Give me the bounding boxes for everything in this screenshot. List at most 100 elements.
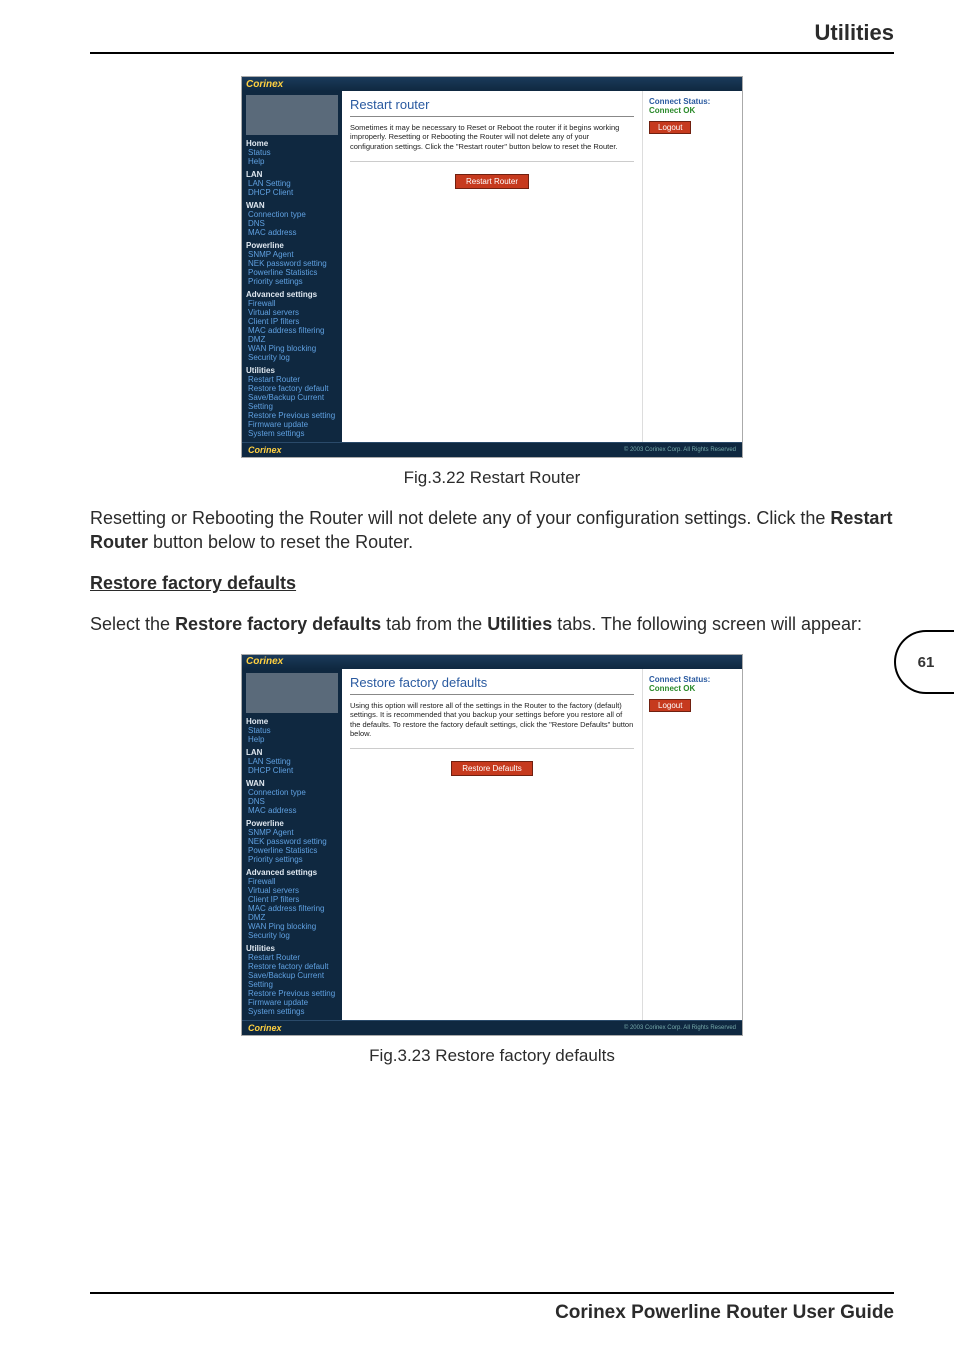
- paragraph-restore-defaults: Select the Restore factory defaults tab …: [90, 612, 894, 636]
- nav-home[interactable]: Home: [246, 139, 338, 148]
- status-value: Connect OK: [649, 684, 736, 693]
- document-page: Utilities Corinex Home Status Help LAN L…: [0, 0, 954, 1354]
- nav-home[interactable]: Home: [246, 717, 338, 726]
- nav-powerline[interactable]: Powerline: [246, 241, 338, 250]
- status-panel: Connect Status: Connect OK Logout: [642, 669, 742, 1020]
- nav-wan-ping-blocking[interactable]: WAN Ping blocking: [248, 344, 338, 353]
- footer-copyright: © 2003 Corinex Corp. All Rights Reserved: [624, 447, 736, 453]
- nav-wan[interactable]: WAN: [246, 779, 338, 788]
- nav-dmz[interactable]: DMZ: [248, 913, 338, 922]
- nav-dmz[interactable]: DMZ: [248, 335, 338, 344]
- nav-utilities[interactable]: Utilities: [246, 944, 338, 953]
- restart-router-button[interactable]: Restart Router: [455, 174, 529, 189]
- nav-help[interactable]: Help: [248, 157, 338, 166]
- nav-security-log[interactable]: Security log: [248, 353, 338, 362]
- nav-dns[interactable]: DNS: [248, 219, 338, 228]
- nav-virtual-servers[interactable]: Virtual servers: [248, 886, 338, 895]
- header-title: Utilities: [815, 20, 894, 46]
- nav-virtual-servers[interactable]: Virtual servers: [248, 308, 338, 317]
- app-titlebar: Corinex: [242, 655, 742, 669]
- main-panel: Restore factory defaults Using this opti…: [342, 669, 642, 1020]
- nav-lan-setting[interactable]: LAN Setting: [248, 179, 338, 188]
- nav-powerline-stats[interactable]: Powerline Statistics: [248, 268, 338, 277]
- figure-caption-2: Fig.3.23 Restore factory defaults: [90, 1046, 894, 1066]
- page-header: Utilities: [90, 20, 894, 54]
- logout-button[interactable]: Logout: [649, 699, 691, 712]
- restore-defaults-button[interactable]: Restore Defaults: [451, 761, 533, 776]
- nav-restore-previous[interactable]: Restore Previous setting: [248, 411, 338, 420]
- brand-logo-text: Corinex: [246, 79, 283, 90]
- nav-nek-password[interactable]: NEK password setting: [248, 259, 338, 268]
- nav-client-ip-filters[interactable]: Client IP filters: [248, 317, 338, 326]
- status-panel: Connect Status: Connect OK Logout: [642, 91, 742, 442]
- nav-restart-router[interactable]: Restart Router: [248, 953, 338, 962]
- nav-dns[interactable]: DNS: [248, 797, 338, 806]
- status-label: Connect Status:: [649, 675, 736, 684]
- nav-firewall[interactable]: Firewall: [248, 299, 338, 308]
- nav-snmp-agent[interactable]: SNMP Agent: [248, 250, 338, 259]
- nav-mac-address[interactable]: MAC address: [248, 806, 338, 815]
- page-number: 61: [918, 654, 935, 671]
- nav-advanced-settings[interactable]: Advanced settings: [246, 290, 338, 299]
- main-panel: Restart router Sometimes it may be neces…: [342, 91, 642, 442]
- nav-nek-password[interactable]: NEK password setting: [248, 837, 338, 846]
- panel-heading: Restore factory defaults: [350, 675, 634, 695]
- app-footer: Corinex © 2003 Corinex Corp. All Rights …: [242, 1020, 742, 1035]
- nav-lan[interactable]: LAN: [246, 170, 338, 179]
- nav-firewall[interactable]: Firewall: [248, 877, 338, 886]
- product-image: [246, 95, 338, 135]
- nav-conn-type[interactable]: Connection type: [248, 210, 338, 219]
- status-value: Connect OK: [649, 106, 736, 115]
- nav-dhcp-client[interactable]: DHCP Client: [248, 188, 338, 197]
- nav-mac-filtering[interactable]: MAC address filtering: [248, 326, 338, 335]
- nav-firmware-update[interactable]: Firmware update: [248, 420, 338, 429]
- nav-lan[interactable]: LAN: [246, 748, 338, 757]
- nav-restore-factory-default[interactable]: Restore factory default: [248, 962, 338, 971]
- product-image: [246, 673, 338, 713]
- sidebar: Home Status Help LAN LAN Setting DHCP Cl…: [242, 91, 342, 442]
- nav-priority-settings[interactable]: Priority settings: [248, 277, 338, 286]
- nav-status[interactable]: Status: [248, 148, 338, 157]
- footer-brand: Corinex: [248, 445, 282, 455]
- nav-wan-ping-blocking[interactable]: WAN Ping blocking: [248, 922, 338, 931]
- section-heading-restore-defaults: Restore factory defaults: [90, 573, 894, 594]
- panel-description: Using this option will restore all of th…: [350, 701, 634, 739]
- app-titlebar: Corinex: [242, 77, 742, 91]
- panel-description: Sometimes it may be necessary to Reset o…: [350, 123, 634, 151]
- nav-lan-setting[interactable]: LAN Setting: [248, 757, 338, 766]
- nav-restart-router[interactable]: Restart Router: [248, 375, 338, 384]
- nav-utilities[interactable]: Utilities: [246, 366, 338, 375]
- nav-mac-address[interactable]: MAC address: [248, 228, 338, 237]
- nav-restore-factory-default[interactable]: Restore factory default: [248, 384, 338, 393]
- nav-save-backup-current[interactable]: Save/Backup Current Setting: [248, 393, 338, 411]
- figure-restart-router: Corinex Home Status Help LAN LAN Setting…: [241, 76, 743, 458]
- status-label: Connect Status:: [649, 97, 736, 106]
- nav-priority-settings[interactable]: Priority settings: [248, 855, 338, 864]
- nav-powerline-stats[interactable]: Powerline Statistics: [248, 846, 338, 855]
- nav-mac-filtering[interactable]: MAC address filtering: [248, 904, 338, 913]
- nav-wan[interactable]: WAN: [246, 201, 338, 210]
- app-footer: Corinex © 2003 Corinex Corp. All Rights …: [242, 442, 742, 457]
- footer-brand: Corinex: [248, 1023, 282, 1033]
- page-footer: Corinex Powerline Router User Guide: [90, 1292, 894, 1324]
- figure-caption-1: Fig.3.22 Restart Router: [90, 468, 894, 488]
- nav-advanced-settings[interactable]: Advanced settings: [246, 868, 338, 877]
- nav-save-backup-current[interactable]: Save/Backup Current Setting: [248, 971, 338, 989]
- nav-client-ip-filters[interactable]: Client IP filters: [248, 895, 338, 904]
- nav-help[interactable]: Help: [248, 735, 338, 744]
- nav-powerline[interactable]: Powerline: [246, 819, 338, 828]
- nav-system-settings[interactable]: System settings: [248, 429, 338, 438]
- logout-button[interactable]: Logout: [649, 121, 691, 134]
- footer-copyright: © 2003 Corinex Corp. All Rights Reserved: [624, 1025, 736, 1031]
- nav-conn-type[interactable]: Connection type: [248, 788, 338, 797]
- figure-restore-defaults: Corinex Home Status Help LAN LAN Setting…: [241, 654, 743, 1036]
- nav-firmware-update[interactable]: Firmware update: [248, 998, 338, 1007]
- nav-snmp-agent[interactable]: SNMP Agent: [248, 828, 338, 837]
- brand-logo-text: Corinex: [246, 656, 283, 667]
- sidebar: Home Status Help LAN LAN Setting DHCP Cl…: [242, 669, 342, 1020]
- nav-dhcp-client[interactable]: DHCP Client: [248, 766, 338, 775]
- nav-security-log[interactable]: Security log: [248, 931, 338, 940]
- nav-system-settings[interactable]: System settings: [248, 1007, 338, 1016]
- nav-status[interactable]: Status: [248, 726, 338, 735]
- nav-restore-previous[interactable]: Restore Previous setting: [248, 989, 338, 998]
